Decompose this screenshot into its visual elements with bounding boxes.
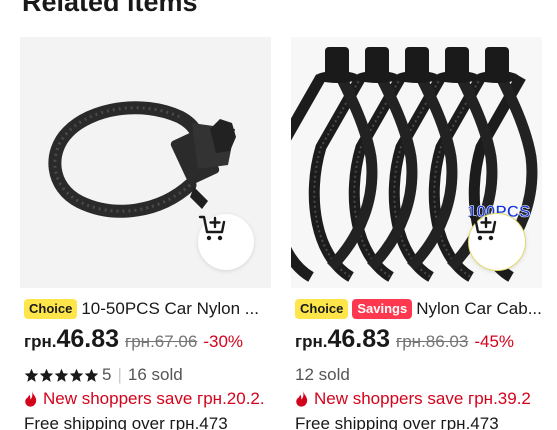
price-currency: грн. [295, 332, 328, 351]
product-card[interactable]: Choice 10-50PCS Car Nylon ... грн. 46.83… [20, 37, 271, 430]
rating-row: 5 | 16 sold [24, 364, 183, 386]
choice-badge: Choice [295, 299, 349, 319]
flame-icon [296, 391, 308, 407]
savings-badge: Savings [352, 299, 413, 319]
rating-value: 5 [102, 365, 112, 384]
shipping-text: Free shipping over грн.473 [24, 414, 228, 430]
star-icon [24, 368, 39, 382]
rating-stars [24, 368, 99, 383]
product-title[interactable]: Nylon Car Cab... [416, 299, 542, 319]
divider: | [117, 365, 122, 384]
add-to-cart-button[interactable] [198, 214, 254, 270]
choice-badge: Choice [24, 299, 78, 319]
product-title-row[interactable]: Choice 10-50PCS Car Nylon ... [24, 296, 271, 322]
promo-row: New shoppers save грн.39.2 [295, 388, 557, 410]
promo-row: New shoppers save грн.20.2. [24, 388, 271, 410]
product-card[interactable]: 100PCS Choice Savings Nylon Car Cab... г… [291, 37, 557, 430]
star-icon [54, 368, 69, 382]
product-image[interactable]: 100PCS [291, 37, 542, 288]
product-title-row[interactable]: Choice Savings Nylon Car Cab... [295, 296, 557, 322]
price-original: грн.86.03 [396, 332, 469, 351]
product-title[interactable]: 10-50PCS Car Nylon ... [81, 299, 259, 319]
promo-text: New shoppers save грн.39.2 [314, 389, 531, 408]
star-icon [39, 368, 54, 382]
star-icon [84, 368, 99, 382]
sold-count: 16 sold [127, 365, 183, 384]
price-row: грн. 46.83 грн.67.06 -30% [24, 325, 243, 359]
add-to-cart-button[interactable] [468, 213, 526, 271]
product-image[interactable] [20, 37, 271, 288]
sold-count: 12 sold [295, 365, 350, 384]
discount-label: -30% [203, 332, 244, 351]
rating-row: 12 sold [295, 364, 350, 386]
price-current: 46.83 [327, 325, 391, 353]
shipping-text: Free shipping over грн.473 [295, 414, 499, 430]
flame-icon [25, 391, 37, 407]
price-original: грн.67.06 [125, 332, 198, 351]
discount-label: -45% [474, 332, 515, 351]
price-currency: грн. [24, 332, 57, 351]
promo-text: New shoppers save грн.20.2. [43, 389, 265, 408]
cart-add-icon [198, 215, 226, 241]
price-current: 46.83 [56, 325, 120, 353]
cart-add-icon [469, 215, 497, 241]
star-icon [69, 368, 84, 382]
section-title: Related items [22, 0, 198, 17]
price-row: грн. 46.83 грн.86.03 -45% [295, 325, 514, 359]
